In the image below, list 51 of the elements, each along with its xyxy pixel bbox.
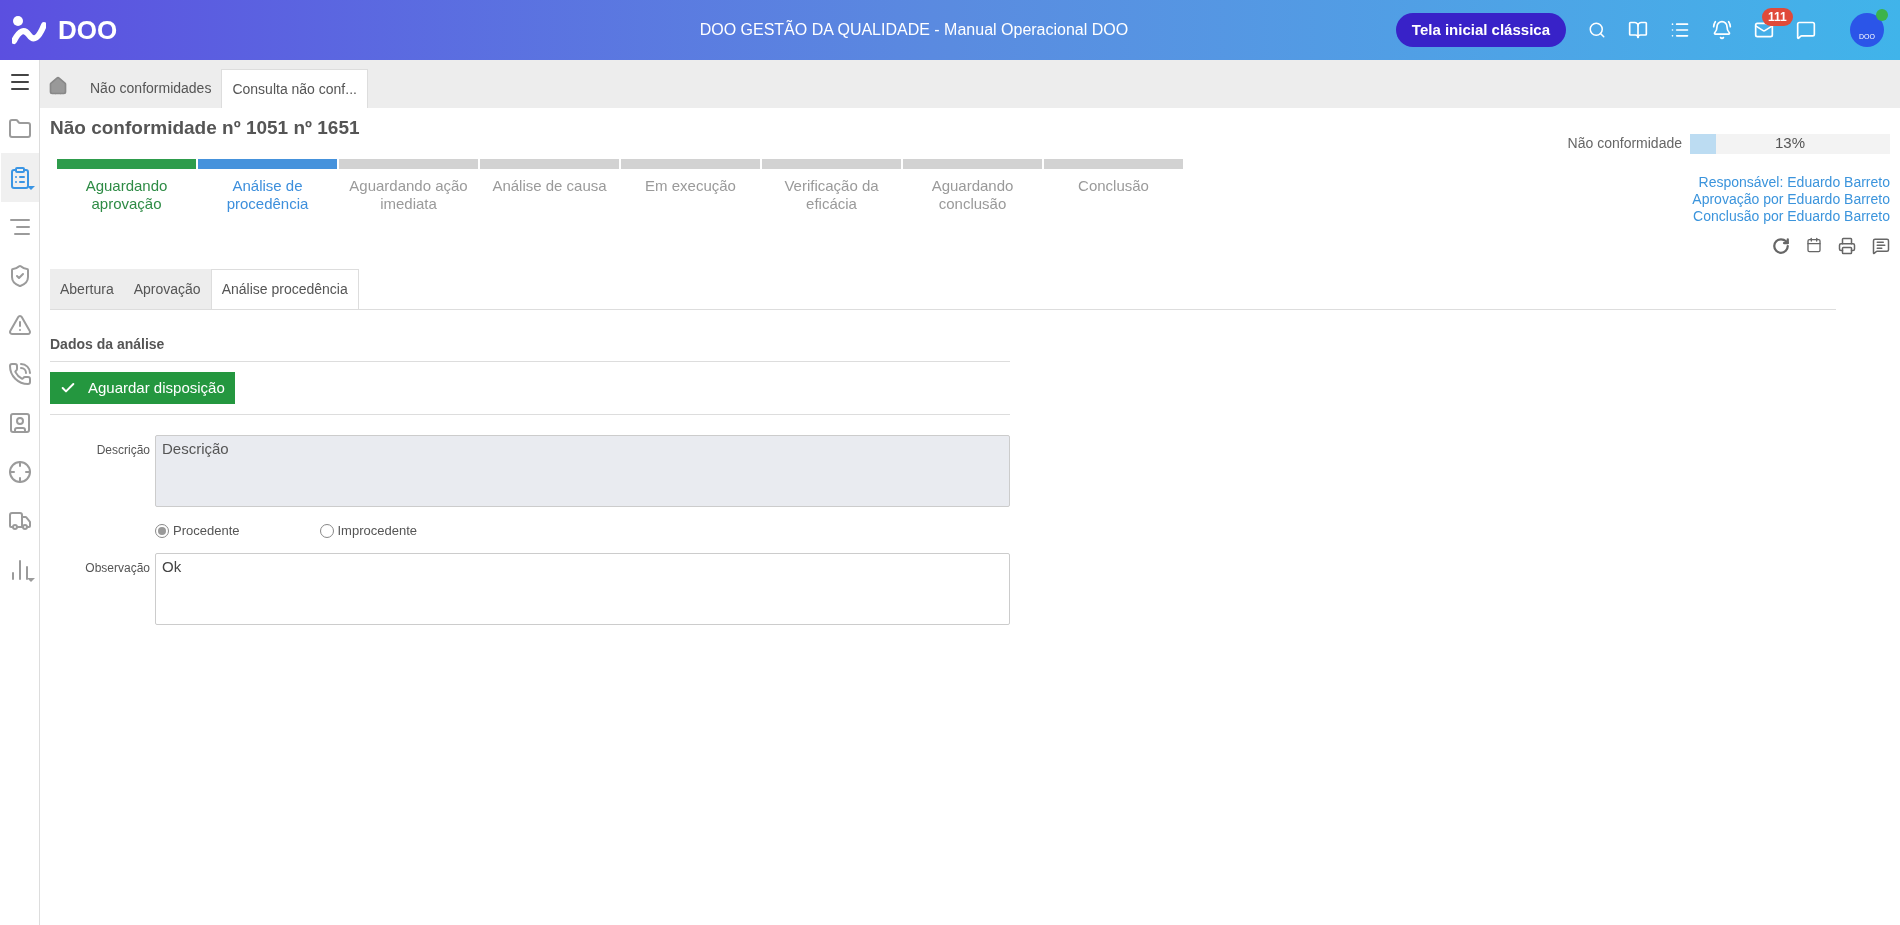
warning-icon — [7, 312, 32, 337]
radio-option[interactable]: Improcedente — [319, 521, 417, 541]
responsible-text: Responsável: Eduardo Barreto — [1698, 174, 1890, 191]
await-disposition-button[interactable]: Aguardar disposição — [50, 372, 235, 404]
caret-icon — [26, 186, 35, 190]
classic-home-button[interactable]: Tela inicial clássica — [1395, 13, 1566, 47]
observation-field[interactable]: Ok — [155, 552, 1010, 625]
step-label: Aguardando ação imediata — [348, 176, 469, 213]
progress-reading: 13% — [1774, 133, 1806, 154]
form-tab[interactable]: Aprovação — [123, 269, 211, 309]
logo-icon — [12, 15, 46, 45]
app-title: DOO GESTÃO DA QUALIDADE - Manual Operacional DOO — [699, 19, 1129, 40]
phone-icon — [7, 361, 32, 386]
home-icon[interactable] — [48, 76, 68, 96]
contact-card-icon — [7, 410, 32, 435]
step-label: Aguardando conclusão — [930, 176, 1015, 213]
notification-badge: 111 — [1762, 8, 1793, 26]
field-label: Observação — [84, 559, 151, 577]
page-title: Não conformidade nº 1051 nº 1651 — [50, 116, 361, 140]
step-label: Em execução — [645, 176, 736, 195]
page-tab[interactable]: Não conformidades — [80, 69, 222, 108]
calendar-icon[interactable] — [1806, 237, 1822, 253]
list-icon[interactable] — [1670, 20, 1690, 40]
target-icon — [7, 459, 32, 484]
page-tab[interactable]: Consulta não conf... — [221, 69, 368, 108]
step-label: Verificação da eficácia — [783, 176, 880, 213]
step-label: Aguardando aprovação — [84, 176, 169, 213]
section-title: Dados da análise — [50, 334, 1010, 362]
printer-icon[interactable] — [1838, 237, 1856, 255]
form-tab[interactable]: Abertura — [50, 269, 124, 309]
search-icon[interactable] — [1588, 21, 1606, 39]
book-icon[interactable] — [1628, 20, 1648, 40]
logo-text: DOO — [58, 13, 118, 47]
caret-icon — [26, 578, 35, 582]
step-label: Conclusão — [1078, 176, 1149, 195]
step-label: Análise de procedência — [225, 176, 310, 213]
description-field[interactable]: Descrição — [155, 435, 1010, 507]
refresh-icon[interactable] — [1772, 237, 1790, 255]
radio-option[interactable]: Procedente — [155, 521, 240, 541]
form-tab[interactable]: Análise procedência — [210, 269, 359, 309]
responsible-text: Aprovação por Eduardo Barreto — [1692, 191, 1890, 208]
comment-icon[interactable] — [1872, 237, 1890, 255]
responsible-text: Conclusão por Eduardo Barreto — [1693, 208, 1890, 225]
mail-icon[interactable] — [1754, 20, 1774, 40]
progress-label: Não conformidade — [1567, 134, 1682, 153]
chat-icon[interactable] — [1796, 20, 1816, 40]
field-label: Descrição — [95, 442, 151, 459]
step-label: Análise de causa — [492, 176, 607, 195]
folder-icon — [7, 116, 32, 141]
sidebar-item[interactable] — [0, 153, 39, 202]
bell-icon[interactable] — [1712, 20, 1732, 40]
